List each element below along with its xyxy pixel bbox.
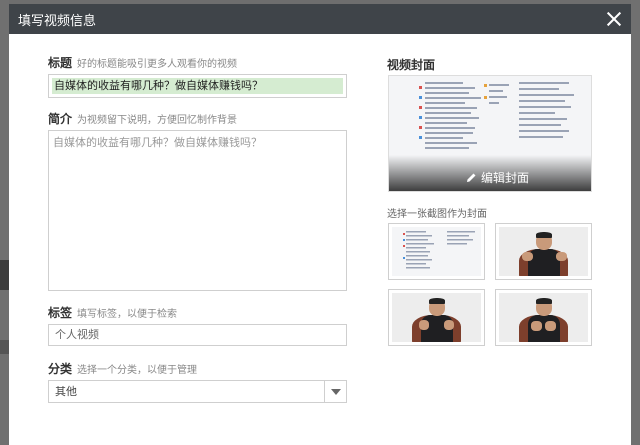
category-label-row: 分类 选择一个分类，以便于管理 bbox=[48, 360, 197, 377]
cover-thumbnail-2[interactable] bbox=[495, 223, 592, 280]
pick-cover-label: 选择一张截图作为封面 bbox=[387, 209, 487, 220]
edit-cover-button[interactable]: 编辑封面 bbox=[466, 169, 529, 186]
dialog-title: 填写视频信息 bbox=[18, 13, 97, 29]
background-bar bbox=[0, 260, 9, 290]
thumbnail-screenshot-image bbox=[392, 227, 481, 276]
cover-thumbnail-1[interactable] bbox=[388, 223, 485, 280]
title-input-value: 自媒体的收益有哪几种？做自媒体赚钱吗？ bbox=[52, 78, 343, 94]
title-hint: 好的标题能吸引更多人观看你的视频 bbox=[77, 59, 238, 70]
category-label: 分类 bbox=[48, 362, 73, 376]
tags-input[interactable]: 个人视频 bbox=[48, 324, 347, 346]
description-label-row: 简介 为视频留下说明，方便回忆制作背景 bbox=[48, 110, 237, 127]
background-page-left bbox=[0, 0, 9, 445]
category-select[interactable]: 其他 bbox=[48, 380, 347, 403]
description-hint: 为视频留下说明，方便回忆制作背景 bbox=[77, 115, 238, 126]
edit-cover-label: 编辑封面 bbox=[480, 171, 529, 185]
thumbnail-person-image bbox=[392, 293, 481, 342]
category-hint: 选择一个分类，以便于管理 bbox=[77, 365, 198, 376]
category-dropdown-button[interactable] bbox=[324, 381, 346, 402]
title-input[interactable]: 自媒体的收益有哪几种？做自媒体赚钱吗？ bbox=[48, 74, 347, 98]
close-icon[interactable] bbox=[605, 10, 623, 28]
thumbnail-person-image bbox=[499, 293, 588, 342]
background-bar bbox=[0, 340, 9, 354]
title-label-row: 标题 好的标题能吸引更多人观看你的视频 bbox=[48, 54, 237, 71]
cover-thumbnail-3[interactable] bbox=[388, 289, 485, 346]
dialog-titlebar: 填写视频信息 bbox=[9, 4, 631, 34]
cover-label: 视频封面 bbox=[387, 58, 436, 72]
chevron-down-icon bbox=[331, 389, 341, 395]
tags-label-row: 标签 填写标签，以便于检索 bbox=[48, 304, 177, 321]
thumbnail-person-image bbox=[499, 227, 588, 276]
description-textarea[interactable]: 自媒体的收益有哪几种？做自媒体赚钱吗？ bbox=[48, 130, 347, 291]
video-info-dialog: 填写视频信息 标题 好的标题能吸引更多人观看你的视频 自媒体的收益有哪几种？做自… bbox=[9, 4, 631, 445]
description-label: 简介 bbox=[48, 112, 73, 126]
tags-label: 标签 bbox=[48, 306, 73, 320]
pencil-icon bbox=[466, 173, 476, 182]
category-selected-value: 其他 bbox=[55, 385, 77, 398]
cover-thumbnail-4[interactable] bbox=[495, 289, 592, 346]
title-label: 标题 bbox=[48, 56, 73, 70]
tags-hint: 填写标签，以便于检索 bbox=[77, 309, 178, 320]
cover-preview[interactable]: 编辑封面 bbox=[388, 75, 592, 192]
background-page-right bbox=[631, 0, 640, 445]
